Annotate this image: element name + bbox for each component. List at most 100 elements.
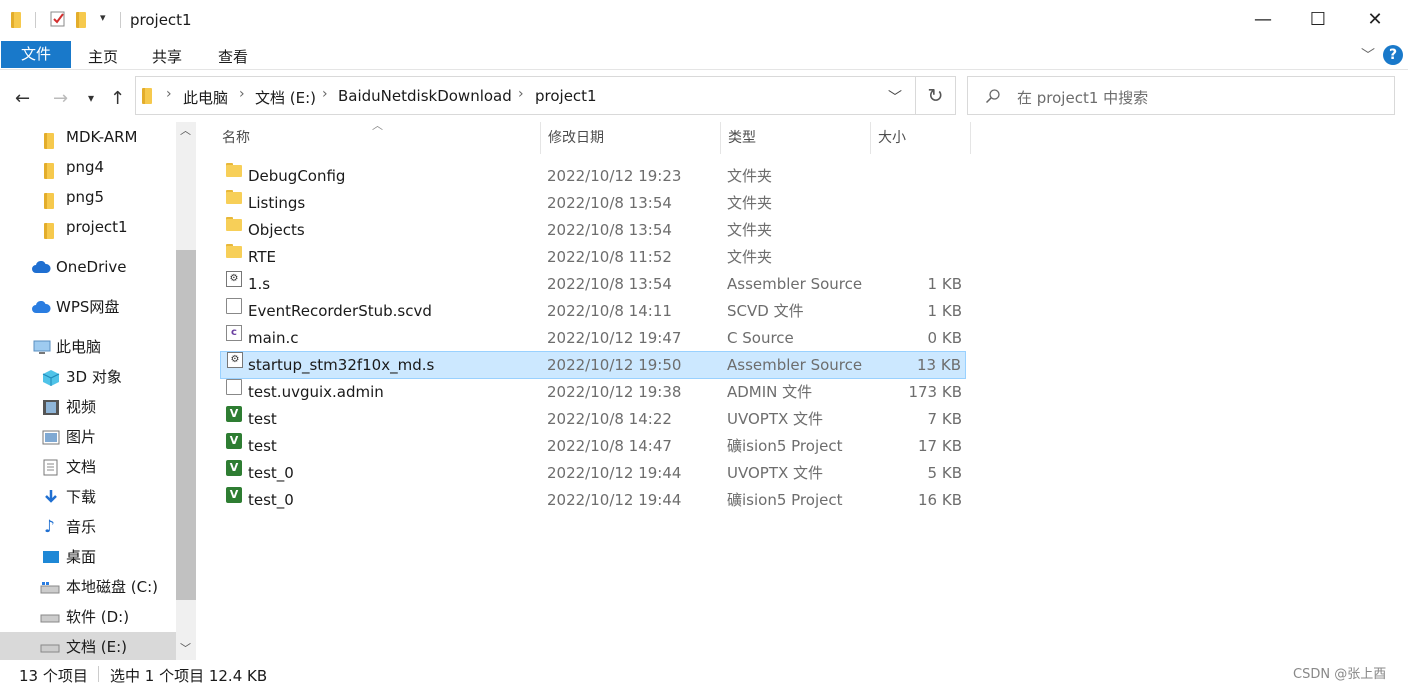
- sidebar-item-project1[interactable]: project1: [0, 212, 176, 242]
- sidebar-item-documents[interactable]: 文档: [0, 452, 176, 482]
- up-arrow-icon[interactable]: ↑: [110, 88, 125, 109]
- file-type: 文件夹: [727, 248, 773, 266]
- sidebar-item-png5[interactable]: png5: [0, 182, 176, 212]
- sidebar-item-desktop[interactable]: 桌面: [0, 542, 176, 572]
- sidebar-item-png4[interactable]: png4: [0, 152, 176, 182]
- sidebar-item-label: 3D 对象: [66, 368, 122, 386]
- file-row[interactable]: V test_0 2022/10/12 19:44 UVOPTX 文件 5 KB: [220, 460, 966, 486]
- file-size: 16 KB: [918, 491, 962, 509]
- sidebar-item-pictures[interactable]: 图片: [0, 422, 176, 452]
- file-type: Assembler Source: [727, 356, 863, 374]
- refresh-icon[interactable]: ↻: [916, 76, 956, 115]
- sidebar-item-downloads[interactable]: 下载: [0, 482, 176, 512]
- chevron-right-icon[interactable]: ›: [518, 86, 524, 102]
- chevron-right-icon[interactable]: ›: [239, 86, 245, 102]
- column-header-type[interactable]: 类型: [728, 129, 756, 155]
- file-type: 文件夹: [727, 221, 773, 239]
- sidebar-item-drive-e[interactable]: 文档 (E:): [0, 632, 176, 660]
- window-title: project1: [130, 11, 192, 29]
- sidebar-item-label: WPS网盘: [56, 298, 120, 316]
- folder-icon: [44, 219, 54, 249]
- file-row[interactable]: c main.c 2022/10/12 19:47 C Source 0 KB: [220, 325, 966, 351]
- file-date: 2022/10/8 14:47: [547, 437, 672, 455]
- file-row[interactable]: ⚙ 1.s 2022/10/8 13:54 Assembler Source 1…: [220, 271, 966, 297]
- scroll-down-icon[interactable]: ﹀: [180, 640, 191, 656]
- file-date: 2022/10/8 11:52: [547, 248, 672, 266]
- column-divider[interactable]: [720, 122, 721, 154]
- file-type: SCVD 文件: [727, 302, 804, 320]
- file-row[interactable]: V test 2022/10/8 14:47 礦ision5 Project 1…: [220, 433, 966, 459]
- file-type: C Source: [727, 329, 794, 347]
- sidebar-item-wps[interactable]: WPS网盘: [0, 292, 176, 322]
- tab-share[interactable]: 共享: [152, 46, 182, 67]
- tab-home[interactable]: 主页: [88, 46, 118, 67]
- help-button[interactable]: ?: [1383, 45, 1403, 65]
- file-name: test: [248, 410, 277, 428]
- file-date: 2022/10/8 13:54: [547, 221, 672, 239]
- file-row[interactable]: V test_0 2022/10/12 19:44 礦ision5 Projec…: [220, 487, 966, 513]
- sidebar-item-label: 音乐: [66, 518, 97, 536]
- column-divider[interactable]: [540, 122, 541, 154]
- column-header-name[interactable]: 名称: [222, 129, 250, 155]
- sidebar-item-drive-c[interactable]: 本地磁盘 (C:): [0, 572, 176, 602]
- title-bar: ▾ project1 — ☐ ✕: [0, 0, 1408, 40]
- column-header-date[interactable]: 修改日期: [548, 129, 604, 155]
- file-type: UVOPTX 文件: [727, 464, 824, 482]
- new-folder-icon[interactable]: [76, 12, 96, 32]
- file-row-selected[interactable]: ⚙ startup_stm32f10x_md.s 2022/10/12 19:5…: [220, 351, 966, 379]
- column-header-size[interactable]: 大小: [878, 129, 906, 155]
- search-input[interactable]: 在 project1 中搜索: [1017, 87, 1148, 108]
- chevron-right-icon[interactable]: ›: [166, 86, 172, 102]
- file-name: Listings: [248, 194, 306, 212]
- address-dropdown-icon[interactable]: ﹀: [888, 87, 902, 107]
- file-row[interactable]: RTE 2022/10/8 11:52 文件夹: [220, 244, 966, 270]
- file-date: 2022/10/12 19:23: [547, 167, 682, 185]
- file-name: test: [248, 437, 277, 455]
- file-row[interactable]: DebugConfig 2022/10/12 19:23 文件夹: [220, 163, 966, 189]
- file-type: ADMIN 文件: [727, 383, 813, 401]
- c-source-icon: c: [226, 325, 242, 341]
- search-box[interactable]: 在 project1 中搜索: [967, 76, 1395, 115]
- uvision-icon: V: [226, 460, 242, 476]
- sidebar-item-3d-objects[interactable]: 3D 对象: [0, 362, 176, 392]
- file-size: 7 KB: [927, 410, 962, 428]
- breadcrumb-this-pc[interactable]: 此电脑: [183, 87, 228, 108]
- tab-file[interactable]: 文件: [1, 41, 71, 68]
- sidebar-item-this-pc[interactable]: 此电脑: [0, 332, 176, 362]
- column-divider[interactable]: [970, 122, 971, 154]
- close-button[interactable]: ✕: [1348, 0, 1402, 40]
- column-divider[interactable]: [870, 122, 871, 154]
- sidebar-item-mdk-arm[interactable]: MDK-ARM: [0, 122, 176, 152]
- minimize-button[interactable]: —: [1236, 0, 1290, 40]
- chevron-right-icon[interactable]: ›: [322, 86, 328, 102]
- assembler-icon: ⚙: [226, 271, 242, 287]
- back-arrow-icon[interactable]: ←: [15, 88, 30, 109]
- customize-quick-access-icon[interactable]: ▾: [100, 11, 120, 31]
- desktop-icon: [43, 551, 59, 563]
- tab-view[interactable]: 查看: [218, 46, 248, 67]
- expand-ribbon-icon[interactable]: ﹀: [1361, 45, 1375, 65]
- file-row[interactable]: test.uvguix.admin 2022/10/12 19:38 ADMIN…: [220, 379, 966, 405]
- sidebar-scrollbar-thumb[interactable]: [176, 250, 196, 600]
- sidebar-item-videos[interactable]: 视频: [0, 392, 176, 422]
- file-row[interactable]: Objects 2022/10/8 13:54 文件夹: [220, 217, 966, 243]
- maximize-button[interactable]: ☐: [1291, 0, 1345, 40]
- file-row[interactable]: EventRecorderStub.scvd 2022/10/8 14:11 S…: [220, 298, 966, 324]
- sidebar-item-onedrive[interactable]: OneDrive: [0, 252, 176, 282]
- address-bar[interactable]: › 此电脑 › 文档 (E:) › BaiduNetdiskDownload ›…: [135, 76, 916, 115]
- breadcrumb-baidunetdisk[interactable]: BaiduNetdiskDownload: [338, 87, 512, 105]
- recent-locations-icon[interactable]: ▾: [88, 91, 94, 105]
- file-type: 文件夹: [727, 167, 773, 185]
- forward-arrow-icon[interactable]: →: [53, 88, 68, 109]
- sidebar-item-label: OneDrive: [56, 258, 127, 276]
- sidebar-item-drive-d[interactable]: 软件 (D:): [0, 602, 176, 632]
- file-size: 1 KB: [927, 275, 962, 293]
- uvision-icon: V: [226, 406, 242, 422]
- sidebar-item-music[interactable]: ♪ 音乐: [0, 512, 176, 542]
- breadcrumb-drive-e[interactable]: 文档 (E:): [255, 87, 316, 108]
- breadcrumb-project1[interactable]: project1: [535, 87, 597, 105]
- properties-icon[interactable]: [49, 10, 69, 30]
- scroll-up-icon[interactable]: ︿: [180, 122, 191, 138]
- file-row[interactable]: V test 2022/10/8 14:22 UVOPTX 文件 7 KB: [220, 406, 966, 432]
- file-row[interactable]: Listings 2022/10/8 13:54 文件夹: [220, 190, 966, 216]
